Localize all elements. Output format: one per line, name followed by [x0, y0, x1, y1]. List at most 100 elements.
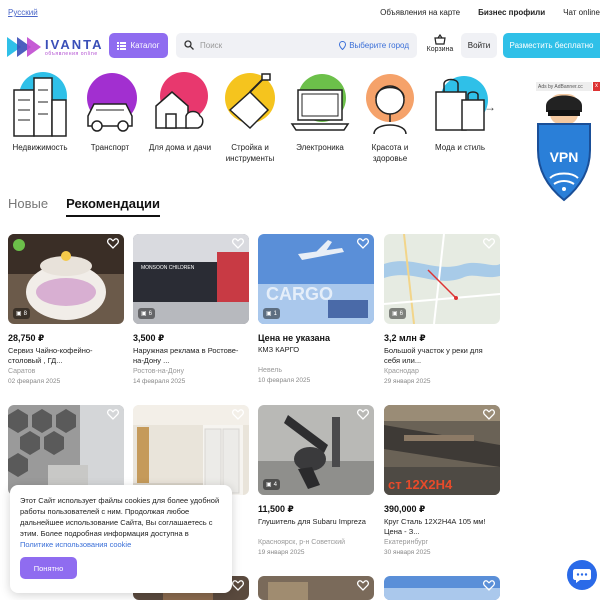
verified-badge	[13, 239, 25, 251]
listing-image[interactable]: ▣ 6	[384, 234, 500, 324]
listing-image[interactable]	[8, 405, 124, 495]
bags-icon	[435, 76, 488, 131]
camera-icon: ▣	[392, 311, 398, 317]
listing-card[interactable]	[133, 405, 249, 495]
listing-card[interactable]	[8, 405, 124, 495]
business-profiles-link[interactable]: Бизнес профили	[478, 8, 545, 17]
listing-date: 14 февраля 2025	[133, 378, 186, 385]
category-real-estate[interactable]: Недвижимость	[5, 70, 75, 153]
listing-card[interactable]: MONSOON CHILDREN ▣ 6 3,500 ₽ Наружная рек…	[133, 234, 249, 385]
heart-icon[interactable]	[483, 409, 495, 420]
catalog-button[interactable]: Каталог	[109, 33, 168, 58]
menu-icon	[117, 41, 127, 50]
ad-close-button[interactable]: x	[593, 82, 600, 91]
listing-image[interactable]	[133, 405, 249, 495]
heart-icon[interactable]	[483, 580, 495, 591]
listing-city: Ростов-на-Дону	[133, 368, 184, 375]
search-bar: Выберите город	[176, 33, 417, 58]
catalog-label: Каталог	[130, 41, 160, 50]
listing-title[interactable]: Круг Сталь 12Х2Н4А 105 мм! Цена - З...	[384, 517, 500, 537]
listing-title[interactable]: Большой участок у реки для себя или...	[384, 346, 500, 366]
cookie-text: Этот Сайт использует файлы cookies для б…	[20, 496, 220, 538]
listing-title[interactable]: Наружная реклама в Ростове-на-Дону ...	[133, 346, 249, 366]
search-input[interactable]	[200, 37, 320, 54]
heart-icon[interactable]	[483, 238, 495, 249]
chat-bubble-icon	[573, 569, 591, 583]
basket-icon	[434, 34, 446, 45]
buildings-icon	[13, 72, 67, 137]
search-icon	[184, 40, 194, 50]
category-label: Красота и здоровье	[371, 143, 409, 163]
heart-icon[interactable]	[357, 409, 369, 420]
heart-icon[interactable]	[232, 238, 244, 249]
listing-card[interactable]	[258, 576, 374, 600]
category-strip: Недвижимость Транспорт Для дома и дачи С…	[0, 70, 500, 175]
category-transport[interactable]: Транспорт	[75, 70, 145, 153]
listing-card[interactable]: ▣ 6 3,2 млн ₽ Большой участок у реки для …	[384, 234, 500, 385]
tab-recommendations[interactable]: Рекомендации	[66, 196, 160, 217]
cargo-text: CARGO	[266, 284, 333, 304]
heart-icon[interactable]	[107, 238, 119, 249]
cookie-accept-button[interactable]: Понятно	[20, 557, 77, 579]
category-home-garden[interactable]: Для дома и дачи	[145, 70, 215, 153]
heart-icon[interactable]	[357, 238, 369, 249]
location-label: Выберите город	[349, 41, 409, 50]
photo-count: ▣ 8	[13, 308, 31, 319]
location-pin-icon	[339, 41, 347, 50]
site-logo[interactable]: IVANTA объявления online	[7, 33, 102, 61]
login-button[interactable]: Войти	[461, 33, 497, 58]
categories-next-arrow-icon[interactable]: →	[484, 100, 496, 114]
category-label: Стройка и инструменты	[225, 143, 275, 163]
cart-button[interactable]: Корзина	[424, 32, 456, 62]
category-label: Мода и стиль	[434, 143, 486, 152]
listing-city: Екатеринбург	[384, 539, 429, 546]
listing-image[interactable]: ▣ 8	[8, 234, 124, 324]
listing-date: 02 февраля 2025	[8, 378, 61, 385]
tab-new[interactable]: Новые	[8, 196, 48, 217]
listing-card[interactable]: ▣ 8 28,750 ₽ Сервиз Чайно-кофейно-столовы…	[8, 234, 124, 385]
listing-title[interactable]: Глушитель для Subaru Impreza	[258, 517, 374, 537]
listing-image[interactable]	[384, 576, 500, 600]
listing-image[interactable]: MONSOON CHILDREN ▣ 6	[133, 234, 249, 324]
chat-button[interactable]	[567, 560, 597, 590]
listing-image[interactable]: ▣ 4	[258, 405, 374, 495]
category-label: Недвижимость	[12, 143, 68, 152]
category-construction[interactable]: Стройка и инструменты	[215, 70, 285, 164]
listing-price: 3,2 млн ₽	[384, 333, 426, 343]
chat-online-link[interactable]: Чат online	[563, 8, 600, 17]
top-strip: Русский Объявления на карте Бизнес профи…	[0, 0, 600, 26]
steel-marking-text: ст 12Х2Н4	[388, 477, 453, 492]
listing-title[interactable]: КМЗ КАРГО	[258, 345, 374, 365]
listing-title[interactable]: Сервиз Чайно-кофейно-столовый , ГД...	[8, 346, 124, 366]
house-icon	[155, 72, 208, 129]
language-selector[interactable]: Русский	[8, 8, 38, 17]
listing-city: Саратов	[8, 368, 36, 375]
map-listings-link[interactable]: Объявления на карте	[380, 8, 460, 17]
listing-tabs: Новые Рекомендации	[8, 196, 160, 217]
logo-subtitle: объявления online	[45, 51, 98, 57]
listing-card[interactable]: ст 12Х2Н4 390,000 ₽ Круг Сталь 12Х2Н4А 1…	[384, 405, 500, 556]
camera-icon: ▣	[141, 311, 147, 317]
listing-card[interactable]	[384, 576, 500, 600]
car-icon	[87, 73, 137, 132]
listing-city: Красноярск, р-н Советский	[258, 539, 346, 546]
heart-icon[interactable]	[232, 580, 244, 591]
logo-text: IVANTA	[45, 37, 104, 52]
heart-icon[interactable]	[107, 409, 119, 420]
heart-icon[interactable]	[232, 409, 244, 420]
listing-city: Краснодар	[384, 368, 419, 375]
heart-icon[interactable]	[357, 580, 369, 591]
location-selector[interactable]: Выберите город	[339, 41, 409, 50]
cookie-policy-link[interactable]: Политике использования cookie	[20, 540, 131, 549]
category-beauty[interactable]: Красота и здоровье	[355, 70, 425, 164]
listing-image[interactable]: ст 12Х2Н4	[384, 405, 500, 495]
listing-image[interactable]	[258, 576, 374, 600]
listing-card[interactable]: CARGO ▣ 1 Цена не указана КМЗ КАРГО Невел…	[258, 234, 374, 384]
listing-card[interactable]: ▣ 4 11,500 ₽ Глушитель для Subaru Impreza…	[258, 405, 374, 556]
camera-icon: ▣	[266, 311, 272, 317]
place-ad-button[interactable]: Разместить бесплатно	[503, 33, 600, 58]
category-electronics[interactable]: Электроника	[285, 70, 355, 153]
listing-image[interactable]: CARGO ▣ 1	[258, 234, 374, 324]
ad-banner[interactable]: Ads by AdBanner.cc x VPN	[536, 82, 600, 212]
listing-price: 390,000 ₽	[384, 504, 426, 514]
